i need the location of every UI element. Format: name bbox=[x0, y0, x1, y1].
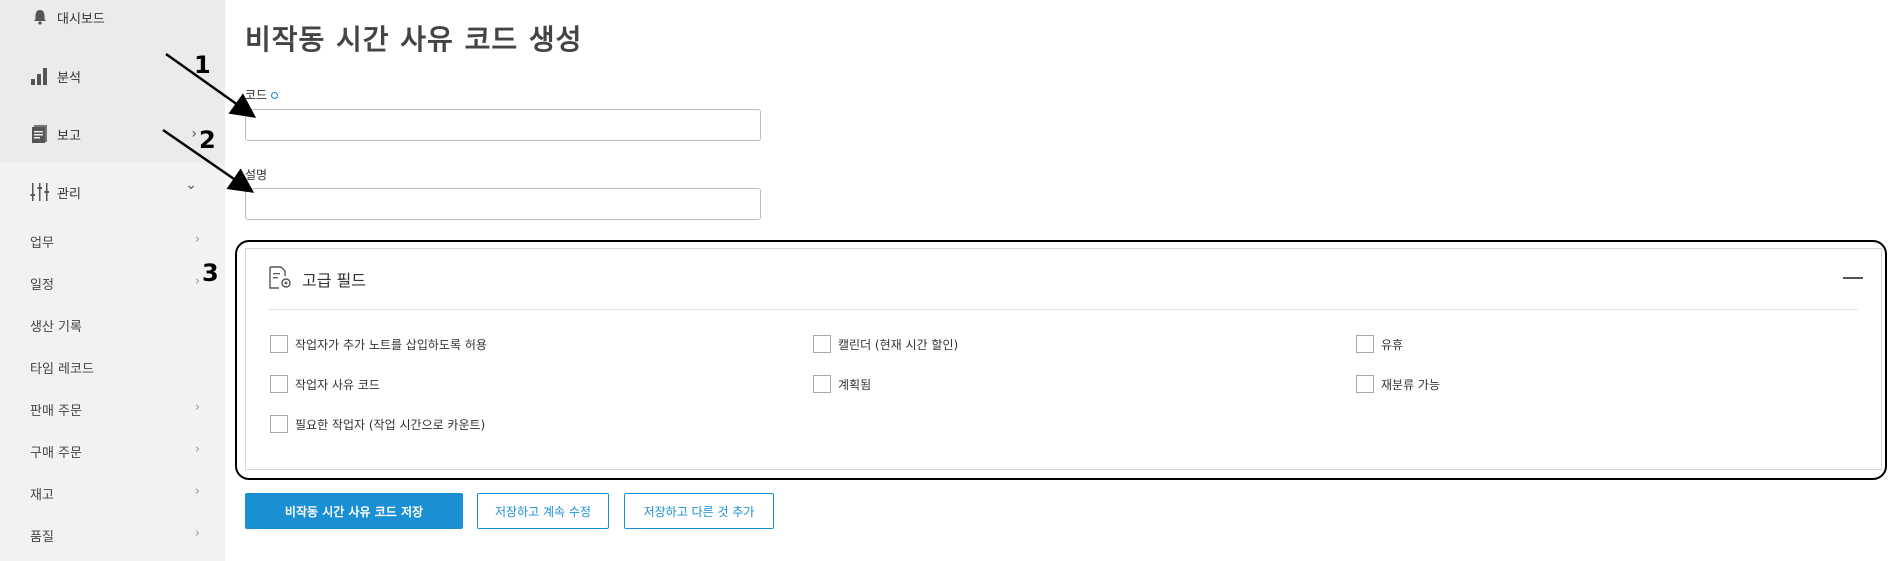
annotation-number: 2 bbox=[199, 126, 216, 154]
annotation-number: 1 bbox=[194, 51, 211, 79]
annotation-arrows bbox=[162, 52, 257, 193]
annotation-number: 3 bbox=[202, 259, 219, 287]
